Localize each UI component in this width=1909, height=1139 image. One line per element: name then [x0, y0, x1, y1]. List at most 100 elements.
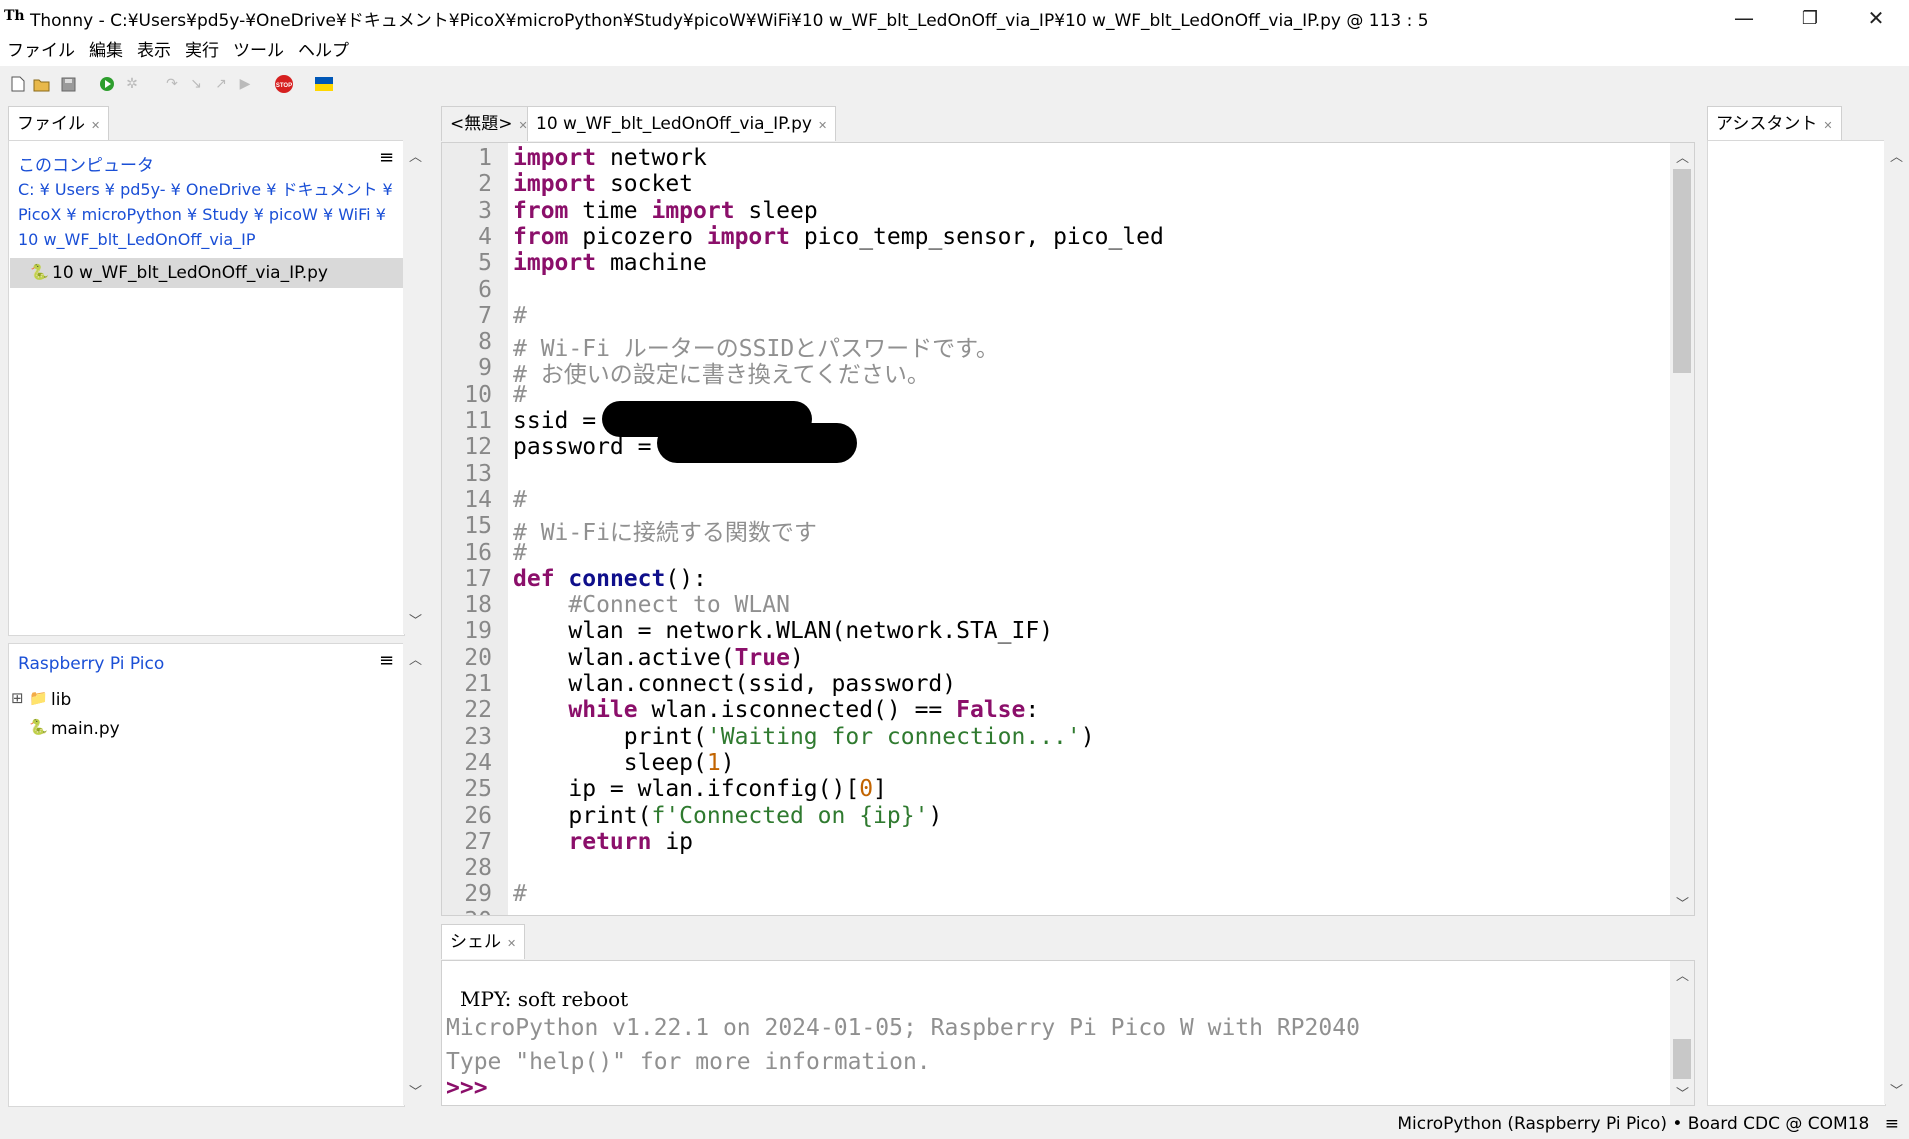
- code-line[interactable]: sleep(1): [513, 750, 735, 776]
- code-line[interactable]: while wlan.isconnected() == False:: [513, 697, 1039, 723]
- tab-files[interactable]: ファイル ✕: [8, 106, 110, 141]
- code-line[interactable]: from picozero import pico_temp_sensor, p…: [513, 224, 1164, 250]
- file-list-item[interactable]: 🐍 10 w_WF_blt_LedOnOff_via_IP.py: [10, 258, 403, 288]
- scroll-up-icon[interactable]: ︿: [1890, 146, 1903, 165]
- ukraine-flag-icon[interactable]: [314, 74, 334, 94]
- scroll-up-icon[interactable]: ︿: [409, 649, 422, 668]
- menu-run[interactable]: 実行: [178, 36, 226, 66]
- scroll-down-icon[interactable]: ﹀: [1890, 1080, 1903, 1099]
- shell-prompt[interactable]: >>>: [446, 1075, 488, 1101]
- restore-button[interactable]: ❐: [1777, 0, 1843, 36]
- resume-icon[interactable]: ▶: [235, 74, 255, 94]
- scroll-thumb[interactable]: [1673, 1039, 1691, 1079]
- scroll-down-icon[interactable]: ﹀: [1676, 893, 1689, 912]
- scroll-down-icon[interactable]: ﹀: [409, 1081, 422, 1100]
- tab-shell[interactable]: シェル ✕: [441, 924, 526, 959]
- code-line[interactable]: #Connect to WLAN: [513, 592, 790, 618]
- code-line[interactable]: import machine: [513, 250, 707, 276]
- code-line[interactable]: #: [513, 487, 527, 513]
- menu-edit[interactable]: 編集: [82, 36, 130, 66]
- code-token: #: [513, 539, 527, 566]
- stop-icon[interactable]: STOP: [274, 74, 294, 94]
- code-token: #: [513, 881, 527, 908]
- code-token: 'Waiting for connection...': [706, 723, 1081, 750]
- debug-icon[interactable]: ✲: [122, 74, 142, 94]
- scroll-down-icon[interactable]: ﹀: [1676, 1083, 1689, 1102]
- code-line[interactable]: print('Waiting for connection...'): [513, 724, 1095, 750]
- menu-icon[interactable]: ≡: [379, 650, 394, 671]
- scroll-thumb[interactable]: [1673, 169, 1691, 373]
- code-token: return: [568, 828, 652, 855]
- code-line[interactable]: wlan.active(True): [513, 644, 804, 671]
- code-line[interactable]: wlan = network.WLAN(network.STA_IF): [513, 618, 1053, 644]
- new-file-icon[interactable]: [8, 74, 28, 94]
- code-token: ): [789, 644, 804, 671]
- minimize-button[interactable]: —: [1711, 0, 1777, 36]
- close-icon[interactable]: ✕: [818, 119, 827, 132]
- step-into-icon[interactable]: ↘: [186, 74, 206, 94]
- code-line[interactable]: import socket: [513, 171, 693, 197]
- code-line[interactable]: # WEBページを生成する関数です: [513, 908, 858, 916]
- close-icon[interactable]: ✕: [1823, 119, 1832, 132]
- menu-icon[interactable]: ≡: [379, 147, 394, 168]
- code-line[interactable]: import network: [513, 145, 707, 171]
- step-over-icon[interactable]: ↷: [162, 74, 182, 94]
- device-panel: Raspberry Pi Pico ≡ ⊞ 📁 lib 🐍 main.py: [8, 643, 405, 1107]
- scroll-up-icon[interactable]: ︿: [1676, 147, 1689, 166]
- code-token: import: [513, 145, 597, 171]
- shell-console[interactable]: MPY: soft reboot MicroPython v1.22.1 on …: [441, 960, 1695, 1106]
- save-icon[interactable]: [58, 74, 78, 94]
- code-line[interactable]: # お使いの設定に書き換えてください。: [513, 355, 930, 389]
- close-icon[interactable]: ✕: [507, 937, 516, 950]
- scroll-up-icon[interactable]: ︿: [409, 146, 422, 165]
- tab-untitled[interactable]: <無題> ✕: [441, 106, 537, 141]
- menu-help[interactable]: ヘルプ: [291, 36, 356, 66]
- code-line[interactable]: return ip: [513, 829, 693, 855]
- menu-tools[interactable]: ツール: [226, 36, 291, 66]
- device-header[interactable]: Raspberry Pi Pico: [18, 654, 164, 674]
- path-line[interactable]: 10 w_WF_blt_LedOnOff_via_IP: [18, 227, 393, 252]
- tree-item-main-py[interactable]: 🐍 main.py: [9, 716, 404, 742]
- code-line[interactable]: print(f'Connected on {ip}'): [513, 803, 942, 829]
- current-path[interactable]: C: ¥ Users ¥ pd5y- ¥ OneDrive ¥ ドキュメント ¥…: [18, 177, 393, 252]
- redacted-password: [657, 423, 857, 463]
- code-area[interactable]: import network import socket from time imp…: [442, 143, 1670, 915]
- this-computer-header[interactable]: このコンピュータ: [18, 151, 154, 176]
- device-scrollbar[interactable]: ︿ ﹀: [403, 643, 427, 1105]
- code-line[interactable]: # Wi-Fiに接続する関数です: [513, 513, 817, 547]
- path-line[interactable]: PicoX ¥ microPython ¥ Study ¥ picoW ¥ Wi…: [18, 202, 393, 227]
- run-icon[interactable]: [97, 74, 117, 94]
- scroll-down-icon[interactable]: ﹀: [409, 610, 422, 629]
- tab-active-file[interactable]: 10 w_WF_blt_LedOnOff_via_IP.py ✕: [527, 106, 837, 141]
- code-editor[interactable]: 1 2 3 4 5 6 7 8 9 10 11 12 13 14 15 16 17 18 19 20 21 22 23 24 2…: [441, 142, 1695, 916]
- assistant-scrollbar[interactable]: ︿ ﹀: [1884, 140, 1908, 1104]
- menu-file[interactable]: ファイル: [0, 36, 82, 66]
- path-line[interactable]: C: ¥ Users ¥ pd5y- ¥ OneDrive ¥ ドキュメント ¥: [18, 177, 393, 202]
- menu-icon[interactable]: ≡: [1885, 1114, 1899, 1134]
- code-line[interactable]: #: [513, 881, 527, 907]
- code-line[interactable]: ssid =: [513, 408, 610, 434]
- tree-item-lib[interactable]: ⊞ 📁 lib: [9, 688, 404, 714]
- close-icon[interactable]: ✕: [91, 119, 100, 132]
- scroll-up-icon[interactable]: ︿: [1676, 965, 1689, 984]
- interpreter-status[interactable]: MicroPython (Raspberry Pi Pico) • Board …: [1397, 1114, 1869, 1134]
- code-line[interactable]: ip = wlan.ifconfig()[0]: [513, 776, 887, 802]
- menu-view[interactable]: 表示: [130, 36, 178, 66]
- code-line[interactable]: wlan.connect(ssid, password): [513, 671, 956, 697]
- close-button[interactable]: ✕: [1843, 0, 1909, 36]
- step-out-icon[interactable]: ↗: [211, 74, 231, 94]
- code-line[interactable]: password =: [513, 434, 665, 460]
- tab-assistant[interactable]: アシスタント ✕: [1707, 106, 1842, 141]
- code-line[interactable]: #: [513, 382, 527, 408]
- code-line[interactable]: def connect():: [513, 566, 707, 592]
- code-line[interactable]: #: [513, 540, 527, 566]
- code-line[interactable]: #: [513, 303, 527, 329]
- code-token: 0: [859, 776, 874, 803]
- shell-scrollbar[interactable]: ︿ ﹀: [1670, 961, 1694, 1105]
- code-token: import: [651, 197, 735, 224]
- editor-scrollbar[interactable]: ︿ ﹀: [1670, 143, 1694, 915]
- expand-icon[interactable]: ⊞: [11, 689, 24, 707]
- files-scrollbar[interactable]: ︿ ﹀: [403, 140, 427, 634]
- code-line[interactable]: from time import sleep: [513, 198, 818, 224]
- open-file-icon[interactable]: [32, 74, 52, 94]
